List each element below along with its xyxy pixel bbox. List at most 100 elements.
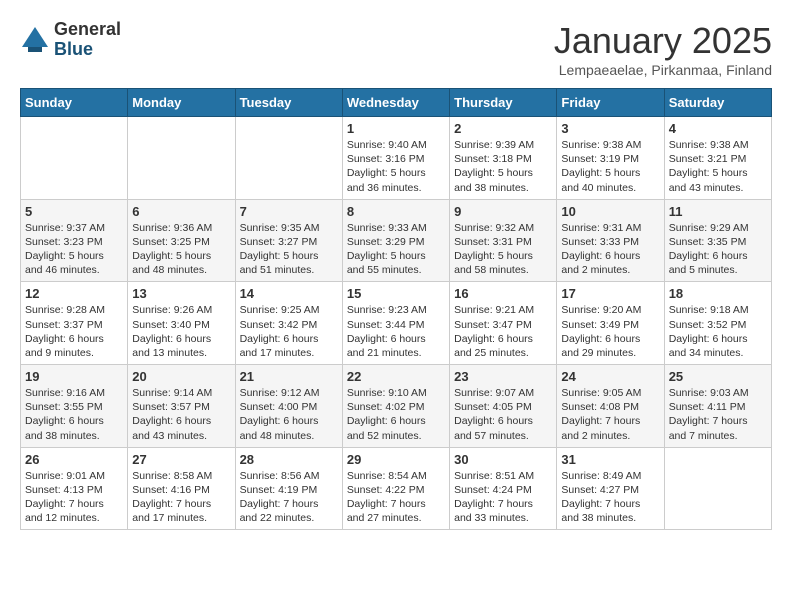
calendar-cell bbox=[128, 117, 235, 200]
day-info: Sunrise: 9:36 AMSunset: 3:25 PMDaylight:… bbox=[132, 221, 230, 278]
calendar-cell: 2 Sunrise: 9:39 AMSunset: 3:18 PMDaylight… bbox=[450, 117, 557, 200]
day-info: Sunrise: 9:03 AMSunset: 4:11 PMDaylight:… bbox=[669, 386, 767, 443]
calendar-header-row: SundayMondayTuesdayWednesdayThursdayFrid… bbox=[21, 89, 772, 117]
logo-blue: Blue bbox=[54, 40, 121, 60]
day-number: 15 bbox=[347, 286, 445, 301]
calendar-cell: 24Sunrise: 9:05 AMSunset: 4:08 PMDayligh… bbox=[557, 365, 664, 448]
day-info: Sunrise: 9:12 AMSunset: 4:00 PMDaylight:… bbox=[240, 386, 338, 443]
day-info: Sunrise: 9:32 AMSunset: 3:31 PMDaylight:… bbox=[454, 221, 552, 278]
day-info: Sunrise: 8:56 AMSunset: 4:19 PMDaylight:… bbox=[240, 469, 338, 526]
day-number: 4 bbox=[669, 121, 767, 136]
day-number: 30 bbox=[454, 452, 552, 467]
calendar-cell: 15 Sunrise: 9:23 AMSunset: 3:44 PMDayligh… bbox=[342, 282, 449, 365]
calendar-week-row: 1 Sunrise: 9:40 AMSunset: 3:16 PMDaylight… bbox=[21, 117, 772, 200]
day-number: 10 bbox=[561, 204, 659, 219]
calendar-cell: 29Sunrise: 8:54 AMSunset: 4:22 PMDayligh… bbox=[342, 447, 449, 530]
day-info: Sunrise: 9:16 AMSunset: 3:55 PMDaylight:… bbox=[25, 386, 123, 443]
day-number: 1 bbox=[347, 121, 445, 136]
weekday-header: Sunday bbox=[21, 89, 128, 117]
day-number: 26 bbox=[25, 452, 123, 467]
weekday-header: Monday bbox=[128, 89, 235, 117]
day-info: Sunrise: 9:07 AMSunset: 4:05 PMDaylight:… bbox=[454, 386, 552, 443]
weekday-header: Tuesday bbox=[235, 89, 342, 117]
day-number: 31 bbox=[561, 452, 659, 467]
calendar-cell: 17 Sunrise: 9:20 AMSunset: 3:49 PMDayligh… bbox=[557, 282, 664, 365]
day-info: Sunrise: 9:05 AMSunset: 4:08 PMDaylight:… bbox=[561, 386, 659, 443]
day-number: 2 bbox=[454, 121, 552, 136]
calendar-cell: 11Sunrise: 9:29 AMSunset: 3:35 PMDayligh… bbox=[664, 199, 771, 282]
logo-general: General bbox=[54, 20, 121, 40]
day-info: Sunrise: 9:10 AMSunset: 4:02 PMDaylight:… bbox=[347, 386, 445, 443]
day-number: 13 bbox=[132, 286, 230, 301]
day-info: Sunrise: 9:18 AMSunset: 3:52 PMDaylight:… bbox=[669, 303, 767, 360]
day-info: Sunrise: 9:20 AMSunset: 3:49 PMDaylight:… bbox=[561, 303, 659, 360]
weekday-header: Wednesday bbox=[342, 89, 449, 117]
calendar-cell: 23 Sunrise: 9:07 AMSunset: 4:05 PMDayligh… bbox=[450, 365, 557, 448]
day-info: Sunrise: 9:01 AMSunset: 4:13 PMDaylight:… bbox=[25, 469, 123, 526]
day-info: Sunrise: 8:54 AMSunset: 4:22 PMDaylight:… bbox=[347, 469, 445, 526]
day-number: 8 bbox=[347, 204, 445, 219]
day-info: Sunrise: 9:38 AMSunset: 3:21 PMDaylight:… bbox=[669, 138, 767, 195]
location-subtitle: Lempaeaelae, Pirkanmaa, Finland bbox=[554, 62, 772, 78]
calendar-cell bbox=[664, 447, 771, 530]
weekday-header: Friday bbox=[557, 89, 664, 117]
calendar-cell: 4 Sunrise: 9:38 AMSunset: 3:21 PMDaylight… bbox=[664, 117, 771, 200]
day-info: Sunrise: 8:49 AMSunset: 4:27 PMDaylight:… bbox=[561, 469, 659, 526]
calendar-cell: 28 Sunrise: 8:56 AMSunset: 4:19 PMDayligh… bbox=[235, 447, 342, 530]
day-number: 19 bbox=[25, 369, 123, 384]
calendar-cell: 26 Sunrise: 9:01 AMSunset: 4:13 PMDayligh… bbox=[21, 447, 128, 530]
day-number: 28 bbox=[240, 452, 338, 467]
calendar-cell: 9 Sunrise: 9:32 AMSunset: 3:31 PMDaylight… bbox=[450, 199, 557, 282]
calendar-cell: 31 Sunrise: 8:49 AMSunset: 4:27 PMDayligh… bbox=[557, 447, 664, 530]
calendar-week-row: 19 Sunrise: 9:16 AMSunset: 3:55 PMDayligh… bbox=[21, 365, 772, 448]
calendar-week-row: 5 Sunrise: 9:37 AMSunset: 3:23 PMDaylight… bbox=[21, 199, 772, 282]
calendar-cell: 1 Sunrise: 9:40 AMSunset: 3:16 PMDaylight… bbox=[342, 117, 449, 200]
day-number: 7 bbox=[240, 204, 338, 219]
day-info: Sunrise: 9:35 AMSunset: 3:27 PMDaylight:… bbox=[240, 221, 338, 278]
calendar-cell: 21Sunrise: 9:12 AMSunset: 4:00 PMDayligh… bbox=[235, 365, 342, 448]
month-title: January 2025 bbox=[554, 20, 772, 62]
calendar-cell: 8Sunrise: 9:33 AMSunset: 3:29 PMDaylight… bbox=[342, 199, 449, 282]
calendar-cell: 14Sunrise: 9:25 AMSunset: 3:42 PMDayligh… bbox=[235, 282, 342, 365]
day-number: 23 bbox=[454, 369, 552, 384]
day-number: 25 bbox=[669, 369, 767, 384]
day-number: 14 bbox=[240, 286, 338, 301]
calendar-table: SundayMondayTuesdayWednesdayThursdayFrid… bbox=[20, 88, 772, 530]
page-header: General Blue January 2025 Lempaeaelae, P… bbox=[20, 20, 772, 78]
calendar-cell bbox=[235, 117, 342, 200]
calendar-cell: 13 Sunrise: 9:26 AMSunset: 3:40 PMDayligh… bbox=[128, 282, 235, 365]
calendar-cell: 16Sunrise: 9:21 AMSunset: 3:47 PMDayligh… bbox=[450, 282, 557, 365]
calendar-cell: 22Sunrise: 9:10 AMSunset: 4:02 PMDayligh… bbox=[342, 365, 449, 448]
day-info: Sunrise: 8:58 AMSunset: 4:16 PMDaylight:… bbox=[132, 469, 230, 526]
day-info: Sunrise: 9:37 AMSunset: 3:23 PMDaylight:… bbox=[25, 221, 123, 278]
day-info: Sunrise: 9:14 AMSunset: 3:57 PMDaylight:… bbox=[132, 386, 230, 443]
calendar-cell bbox=[21, 117, 128, 200]
calendar-cell: 18Sunrise: 9:18 AMSunset: 3:52 PMDayligh… bbox=[664, 282, 771, 365]
day-info: Sunrise: 9:26 AMSunset: 3:40 PMDaylight:… bbox=[132, 303, 230, 360]
logo: General Blue bbox=[20, 20, 121, 60]
calendar-cell: 10 Sunrise: 9:31 AMSunset: 3:33 PMDayligh… bbox=[557, 199, 664, 282]
day-info: Sunrise: 9:40 AMSunset: 3:16 PMDaylight:… bbox=[347, 138, 445, 195]
title-block: January 2025 Lempaeaelae, Pirkanmaa, Fin… bbox=[554, 20, 772, 78]
calendar-cell: 19 Sunrise: 9:16 AMSunset: 3:55 PMDayligh… bbox=[21, 365, 128, 448]
calendar-cell: 20Sunrise: 9:14 AMSunset: 3:57 PMDayligh… bbox=[128, 365, 235, 448]
calendar-cell: 30 Sunrise: 8:51 AMSunset: 4:24 PMDayligh… bbox=[450, 447, 557, 530]
day-number: 9 bbox=[454, 204, 552, 219]
day-info: Sunrise: 9:31 AMSunset: 3:33 PMDaylight:… bbox=[561, 221, 659, 278]
day-number: 16 bbox=[454, 286, 552, 301]
calendar-cell: 6 Sunrise: 9:36 AMSunset: 3:25 PMDaylight… bbox=[128, 199, 235, 282]
day-info: Sunrise: 9:39 AMSunset: 3:18 PMDaylight:… bbox=[454, 138, 552, 195]
day-info: Sunrise: 8:51 AMSunset: 4:24 PMDaylight:… bbox=[454, 469, 552, 526]
day-info: Sunrise: 9:29 AMSunset: 3:35 PMDaylight:… bbox=[669, 221, 767, 278]
calendar-cell: 5 Sunrise: 9:37 AMSunset: 3:23 PMDaylight… bbox=[21, 199, 128, 282]
day-number: 6 bbox=[132, 204, 230, 219]
day-number: 5 bbox=[25, 204, 123, 219]
weekday-header: Saturday bbox=[664, 89, 771, 117]
calendar-cell: 12Sunrise: 9:28 AMSunset: 3:37 PMDayligh… bbox=[21, 282, 128, 365]
day-number: 17 bbox=[561, 286, 659, 301]
day-info: Sunrise: 9:38 AMSunset: 3:19 PMDaylight:… bbox=[561, 138, 659, 195]
day-number: 12 bbox=[25, 286, 123, 301]
day-number: 27 bbox=[132, 452, 230, 467]
calendar-cell: 27 Sunrise: 8:58 AMSunset: 4:16 PMDayligh… bbox=[128, 447, 235, 530]
day-info: Sunrise: 9:23 AMSunset: 3:44 PMDaylight:… bbox=[347, 303, 445, 360]
